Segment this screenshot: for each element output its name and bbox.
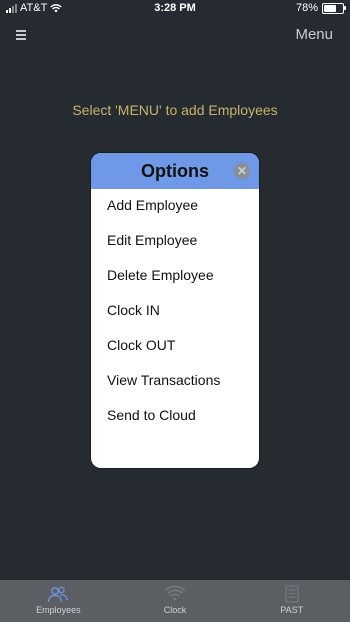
option-clock-in[interactable]: Clock IN (91, 294, 259, 329)
option-view-transactions[interactable]: View Transactions (91, 364, 259, 399)
empty-hint: Select 'MENU' to add Employees (72, 102, 278, 118)
employees-icon (48, 586, 69, 603)
tab-label-employees: Employees (36, 605, 81, 615)
battery-info: 78% (295, 2, 346, 14)
tab-bar: Employees Clock PAST (0, 580, 350, 622)
options-dialog: Options ✕ Add Employee Edit Employee Del… (91, 153, 259, 468)
tab-label-clock: Clock (163, 605, 187, 615)
option-edit-employee[interactable]: Edit Employee (91, 224, 259, 259)
battery-percent: 78% (295, 2, 318, 14)
option-add-employee[interactable]: Add Employee (91, 189, 259, 224)
battery-icon (322, 2, 346, 14)
clock-icon (164, 585, 186, 601)
nav-bar: Menu (0, 18, 350, 54)
close-icon[interactable]: ✕ (234, 163, 250, 179)
battery-fill (324, 4, 337, 12)
past-icon (285, 585, 299, 603)
dialog-title: Options (141, 161, 209, 181)
option-send-to-cloud[interactable]: Send to Cloud (91, 399, 259, 434)
options-list: Add Employee Edit Employee Delete Employ… (91, 189, 259, 434)
tab-employees[interactable]: Employees (0, 580, 117, 622)
tab-past[interactable]: PAST (233, 580, 350, 622)
tab-clock[interactable]: Clock (117, 580, 234, 622)
tab-label-past: PAST (280, 605, 304, 615)
hamburger-icon[interactable] (16, 30, 26, 40)
option-delete-employee[interactable]: Delete Employee (91, 259, 259, 294)
menu-button[interactable]: Menu (295, 26, 333, 43)
option-clock-out[interactable]: Clock OUT (91, 329, 259, 364)
status-bar: AT&T 3:28 PM 78% (0, 0, 350, 18)
dialog-header: Options ✕ (91, 153, 259, 189)
